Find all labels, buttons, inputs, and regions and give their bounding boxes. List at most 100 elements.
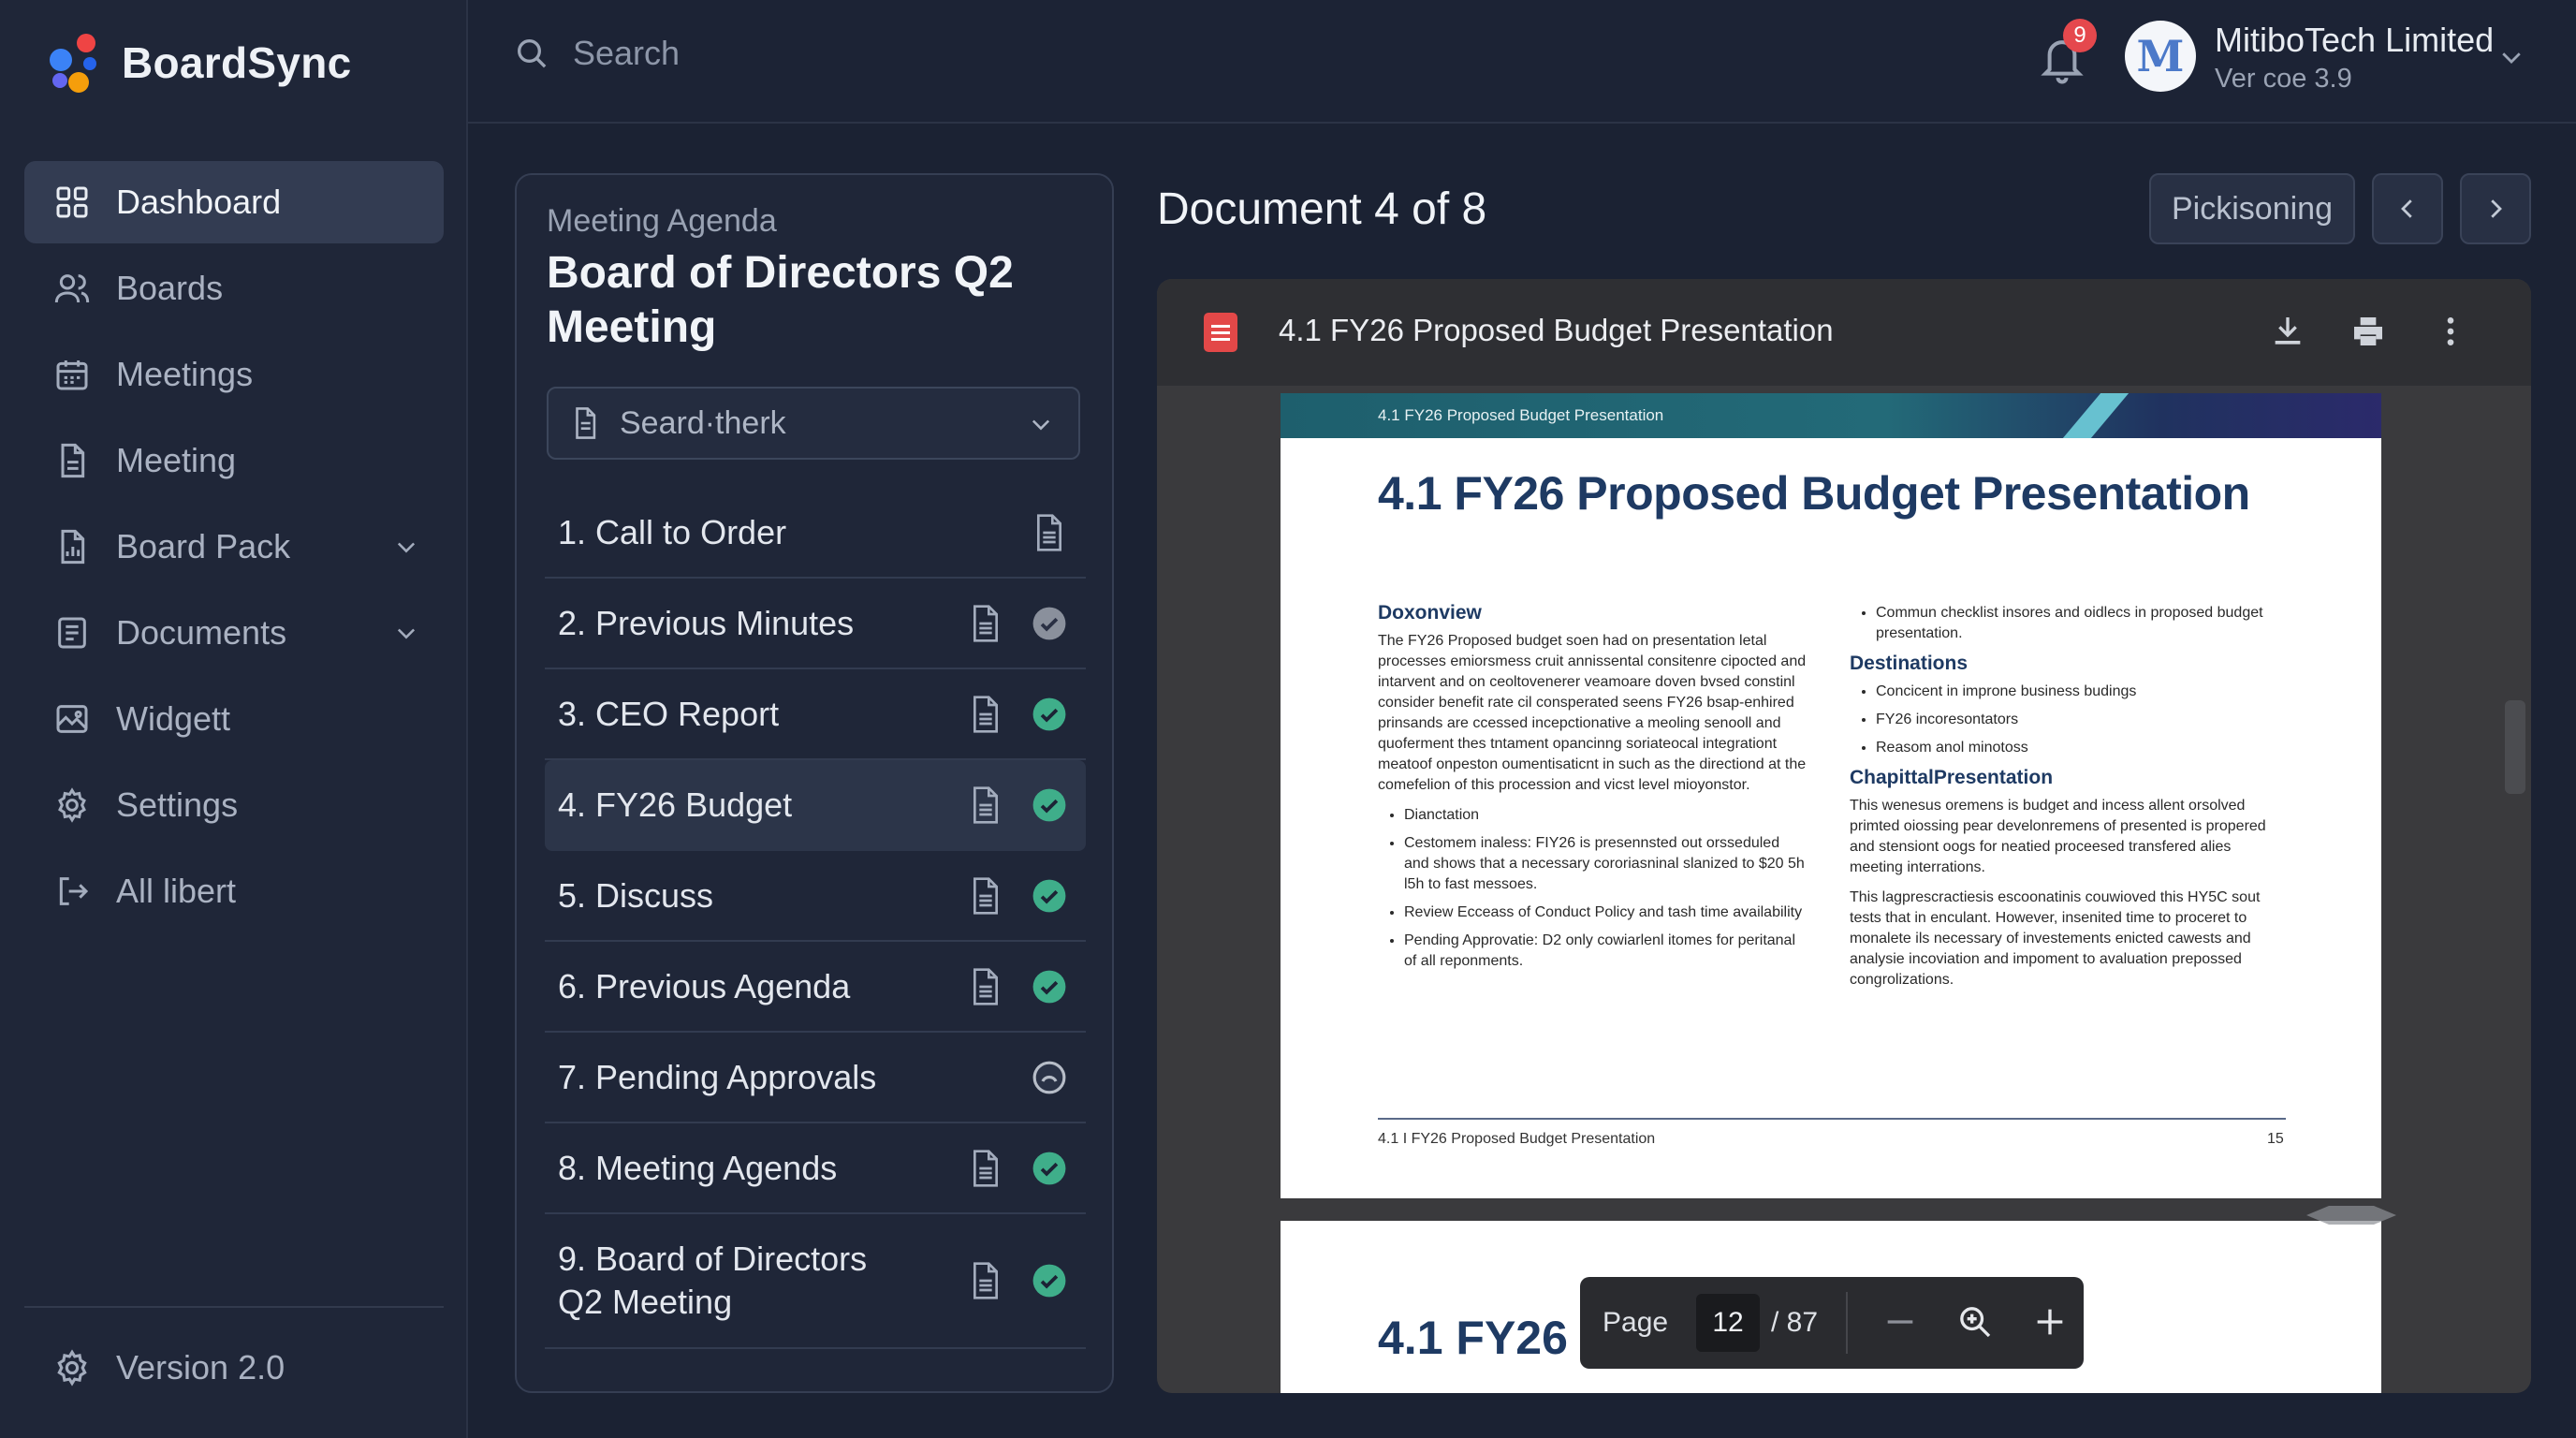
document-icon[interactable] [970,1262,1002,1299]
bullet-list: Dianctation Cestomem inaless: FIY26 is p… [1404,805,1808,972]
download-icon[interactable] [2269,313,2306,350]
agenda-item-ceo-report[interactable]: 3. CEO Report [545,669,1086,760]
sidebar-divider [24,1306,444,1308]
agenda-item-meeting-agends[interactable]: 8. Meeting Agends [545,1123,1086,1214]
page-label: Page [1603,1307,1669,1338]
chevron-down-icon[interactable] [393,620,419,646]
agenda-filter-select[interactable]: Seard·therk [547,387,1080,460]
document-icon[interactable] [970,1149,1002,1187]
page-title: 4.1 FY26 Proposed Budget Presentation [1378,467,2250,520]
page-number-input[interactable] [1696,1294,1760,1352]
agenda-item-board-of-directors[interactable]: 9. Board of Directors Q2 Meeting [545,1214,1086,1349]
sidebar-item-label: Board Pack [116,527,291,565]
agenda-panel: Meeting Agenda Board of Directors Q2 Mee… [515,173,1114,1393]
sidebar-item-label: All libert [116,872,237,910]
search-bar[interactable]: Search [513,34,680,73]
document-icon[interactable] [970,785,1002,824]
page-banner-text: 4.1 FY26 Proposed Budget Presentation [1378,406,1664,424]
bullet-item: Concicent in improne business budings [1876,682,2280,702]
agenda-item-label-line1: 9. Board of Directors [558,1240,868,1278]
agenda-filter-value: Seard·therk [620,404,786,441]
viewer-scrollbar[interactable] [2505,700,2525,794]
version-item[interactable]: Version 2.0 [52,1348,285,1387]
agenda-item-label: 7. Pending Approvals [558,1057,877,1096]
viewer-document-title: 4.1 FY26 Proposed Budget Presentation [1279,313,1834,347]
bullet-item: Pending Approvatie: D2 only cowiarlenl i… [1404,931,1808,972]
agenda-item-call-to-order[interactable]: 1. Call to Order [545,488,1086,579]
org-version: Ver coe 3.9 [2215,64,2352,94]
printer-icon[interactable] [2349,313,2387,350]
document-icon[interactable] [970,876,1002,915]
file-icon [52,441,92,480]
top-bar: Search 9 M MitiboTech Limited Ver coe 3.… [468,0,2576,124]
resize-handle-icon[interactable] [2306,1202,2396,1228]
agenda-item-pending-approvals[interactable]: 7. Pending Approvals [545,1033,1086,1123]
sidebar-item-label: Boards [116,269,224,307]
section-body: The FY26 Proposed budget soen had on pre… [1378,633,1807,793]
org-name[interactable]: MitiboTech Limited [2215,21,2494,60]
app-root: BoardSync Dashboard Boards Meetings Meet… [0,0,2576,1438]
document-icon[interactable] [970,695,1002,733]
chevron-left-icon [2401,199,2412,218]
previous-document-button[interactable] [2372,173,2443,244]
brand[interactable]: BoardSync [47,28,352,97]
sidebar-item-documents[interactable]: Documents [24,592,444,674]
agenda-item-fy26-budget[interactable]: 4. FY26 Budget [545,760,1086,851]
agenda-title: Board of Directors Q2 Meeting [547,248,1014,352]
bullet-item: Reasom anol minotoss [1876,738,2280,758]
sidebar-item-all-libert[interactable]: All libert [24,850,444,932]
document-icon[interactable] [970,967,1002,1005]
sidebar-item-boards[interactable]: Boards [24,247,444,330]
document-icon[interactable] [1033,513,1065,551]
chevron-right-icon [2491,199,2502,218]
bullet-list: Commun checklist insores and oidlecs in … [1876,603,2280,644]
sidebar-item-meeting[interactable]: Meeting [24,419,444,502]
page-footer-divider [1378,1118,2286,1120]
zoom-icon[interactable] [1956,1303,1994,1341]
next-document-button[interactable] [2460,173,2531,244]
chevron-down-icon[interactable] [2497,43,2525,71]
document-list-icon [52,613,92,653]
check-circle-icon [1032,970,1066,1003]
sidebar-nav: Dashboard Boards Meetings Meeting Board … [24,161,444,936]
search-input[interactable]: Search [573,34,680,73]
page-control: Page / 87 [1580,1277,2084,1369]
sidebar-item-widgett[interactable]: Widgett [24,678,444,760]
zoom-out-icon[interactable] [1881,1303,1919,1341]
zoom-in-icon[interactable] [2031,1303,2069,1341]
boardsync-logo-icon [50,34,96,93]
pdf-file-icon [1204,313,1237,352]
agenda-item-previous-agenda[interactable]: 6. Previous Agenda [545,942,1086,1033]
bullet-item: Cestomem inaless: FIY26 is presennsted o… [1404,833,1808,895]
chevron-down-icon[interactable] [393,534,419,560]
check-circle-icon [1032,697,1066,730]
agenda-item-label: 1. Call to Order [558,512,787,551]
sidebar-item-board-pack[interactable]: Board Pack [24,506,444,588]
agenda-item-discuss[interactable]: 5. Discuss [545,851,1086,942]
more-vertical-icon[interactable] [2432,313,2469,350]
document-icon[interactable] [970,604,1002,642]
section-heading: ChapittalPresentation [1850,767,2054,788]
bullet-item: Commun checklist insores and oidlecs in … [1876,603,2280,644]
bullet-item: FY26 incoresontators [1876,710,2280,730]
avatar[interactable]: M [2125,21,2196,92]
agenda-item-previous-minutes[interactable]: 2. Previous Minutes [545,579,1086,669]
page-number: 15 [2267,1131,2284,1147]
agenda-item-label: 8. Meeting Agends [558,1148,838,1187]
section-body: This lagprescractiesis escoonatinis couw… [1850,889,2261,988]
check-circle-icon [1032,1152,1066,1184]
sidebar-item-label: Documents [116,613,287,652]
pickisoning-button[interactable]: Pickisoning [2149,173,2355,244]
page-total: / 87 [1771,1307,1819,1338]
notification-badge: 9 [2063,19,2097,52]
check-circle-icon [1032,879,1066,912]
version-label: Version 2.0 [116,1348,285,1387]
chevron-down-icon [1032,419,1050,431]
agenda-subtitle: Meeting Agenda [547,203,777,239]
sidebar-item-dashboard[interactable]: Dashboard [24,161,444,243]
sidebar-item-meetings[interactable]: Meetings [24,333,444,416]
sidebar-item-settings[interactable]: Settings [24,764,444,846]
brand-name: BoardSync [122,38,352,87]
agenda-list: 1. Call to Order 2. Previous Minutes 3. … [545,488,1086,1349]
calendar-icon [52,355,92,394]
